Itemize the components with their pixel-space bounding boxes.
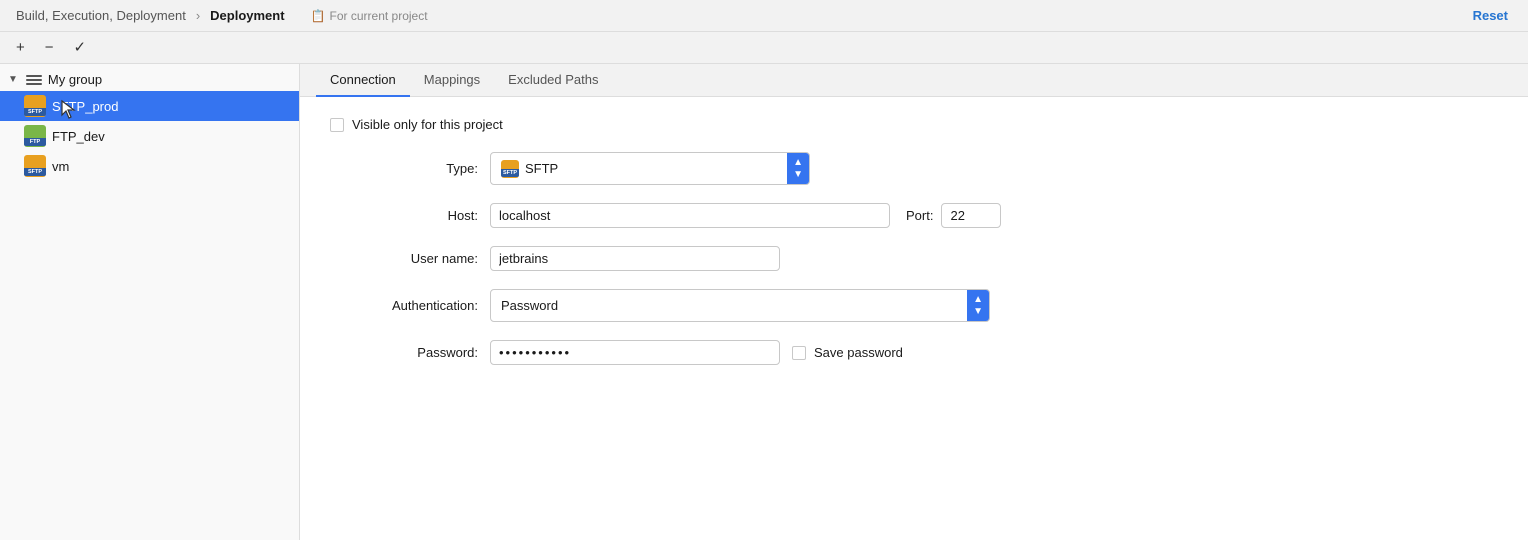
ftp-dev-label: FTP_dev <box>52 129 105 144</box>
auth-select[interactable]: Password ▲ ▼ <box>490 289 990 322</box>
tabs-bar: Connection Mappings Excluded Paths <box>300 64 1528 97</box>
type-select[interactable]: SFTP ▲ ▼ <box>490 152 810 185</box>
tab-excluded-paths[interactable]: Excluded Paths <box>494 64 612 97</box>
auth-select-display: Password <box>491 294 967 317</box>
sidebar-item-ftp-dev[interactable]: FTP_dev <box>0 121 299 151</box>
group-lines-icon <box>26 75 42 85</box>
username-input[interactable] <box>490 246 780 271</box>
breadcrumb-parent[interactable]: Build, Execution, Deployment <box>16 8 186 23</box>
remove-button[interactable]: − <box>41 38 58 57</box>
breadcrumb-separator: › <box>196 8 200 23</box>
username-label: User name: <box>330 251 490 266</box>
port-label: Port: <box>906 208 933 223</box>
save-password-checkbox[interactable] <box>792 346 806 360</box>
sidebar-item-vm[interactable]: vm <box>0 151 299 181</box>
auth-value: Password <box>501 298 558 313</box>
visible-only-checkbox[interactable] <box>330 118 344 132</box>
visible-only-label: Visible only for this project <box>352 117 503 132</box>
authentication-label: Authentication: <box>330 298 490 313</box>
type-label: Type: <box>330 161 490 176</box>
doc-icon: 📋 <box>311 9 326 23</box>
sidebar-group-my-group[interactable]: ▼ My group <box>0 68 299 91</box>
username-row: User name: <box>330 246 1498 271</box>
save-password-label: Save password <box>814 345 903 360</box>
apply-button[interactable]: ✓ <box>70 38 91 57</box>
password-input[interactable] <box>490 340 780 365</box>
host-input[interactable] <box>490 203 890 228</box>
ftp-icon <box>24 125 46 147</box>
host-row: Host: Port: <box>330 203 1498 228</box>
visible-only-row: Visible only for this project <box>330 117 1498 132</box>
sftp-icon <box>24 95 46 117</box>
password-label: Password: <box>330 345 490 360</box>
toolbar: + − ✓ <box>0 32 1528 64</box>
sftp-prod-label: SFTP_prod <box>52 99 118 114</box>
sidebar: ▼ My group SFTP_prod <box>0 64 300 540</box>
type-row: Type: SFTP ▲ ▼ <box>330 152 1498 185</box>
type-sftp-icon <box>501 160 519 178</box>
vm-sftp-icon <box>24 155 46 177</box>
type-select-display: SFTP <box>491 156 787 182</box>
password-row: Password: Save password <box>330 340 1498 365</box>
authentication-row: Authentication: Password ▲ ▼ <box>330 289 1498 322</box>
tab-mappings[interactable]: Mappings <box>410 64 494 97</box>
auth-select-arrow[interactable]: ▲ ▼ <box>967 290 989 321</box>
vm-label: vm <box>52 159 69 174</box>
triangle-icon: ▼ <box>8 74 18 85</box>
tab-connection[interactable]: Connection <box>316 64 410 97</box>
project-label: For current project <box>330 9 428 23</box>
type-value: SFTP <box>525 161 558 176</box>
port-input[interactable] <box>941 203 1001 228</box>
host-label: Host: <box>330 208 490 223</box>
breadcrumb-current: Deployment <box>210 8 284 23</box>
add-button[interactable]: + <box>12 38 29 57</box>
breadcrumb-project: 📋 For current project <box>311 9 428 23</box>
type-select-arrow[interactable]: ▲ ▼ <box>787 153 809 184</box>
reset-button[interactable]: Reset <box>1473 8 1508 23</box>
header: Build, Execution, Deployment › Deploymen… <box>0 0 1528 32</box>
save-password-row: Save password <box>792 345 903 360</box>
group-label: My group <box>48 72 102 87</box>
sidebar-item-sftp-prod[interactable]: SFTP_prod <box>0 91 299 121</box>
main-content: ▼ My group SFTP_prod <box>0 64 1528 540</box>
right-panel: Connection Mappings Excluded Paths Visib… <box>300 64 1528 540</box>
connection-form: Visible only for this project Type: SFTP… <box>300 97 1528 540</box>
